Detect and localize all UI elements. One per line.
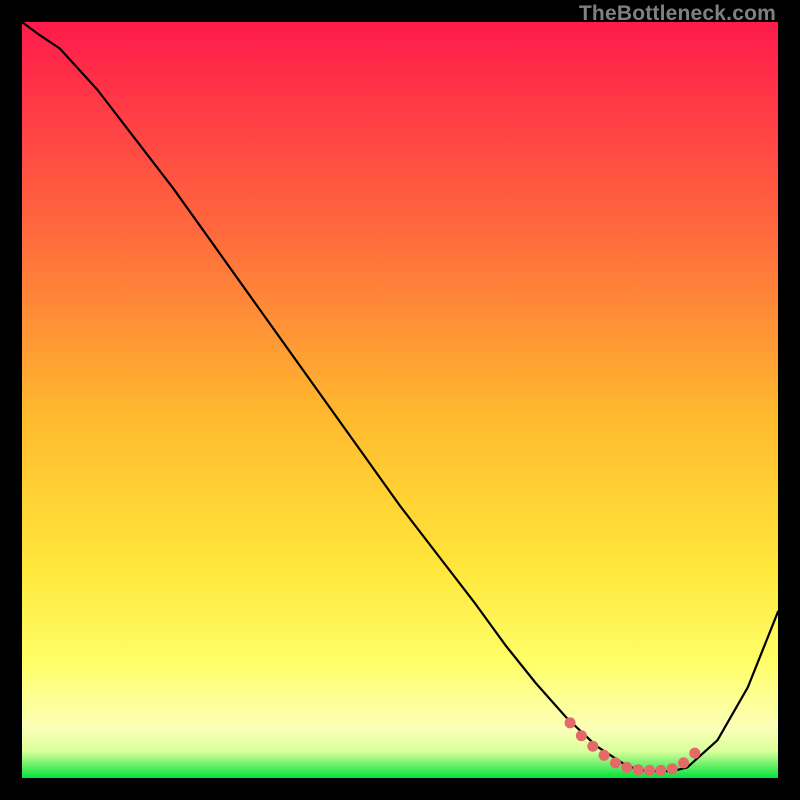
gradient-background [22, 22, 778, 778]
flat-zone-marker [644, 765, 655, 776]
flat-zone-marker [655, 765, 666, 776]
flat-zone-marker [576, 730, 587, 741]
flat-zone-marker [633, 764, 644, 775]
watermark-text: TheBottleneck.com [579, 2, 776, 26]
bottleneck-chart [22, 22, 778, 778]
flat-zone-marker [678, 757, 689, 768]
flat-zone-marker [689, 748, 700, 759]
flat-zone-marker [621, 762, 632, 773]
flat-zone-marker [565, 717, 576, 728]
flat-zone-marker [610, 757, 621, 768]
flat-zone-marker [599, 750, 610, 761]
flat-zone-marker [587, 741, 598, 752]
chart-frame [22, 22, 778, 778]
flat-zone-marker [667, 763, 678, 774]
